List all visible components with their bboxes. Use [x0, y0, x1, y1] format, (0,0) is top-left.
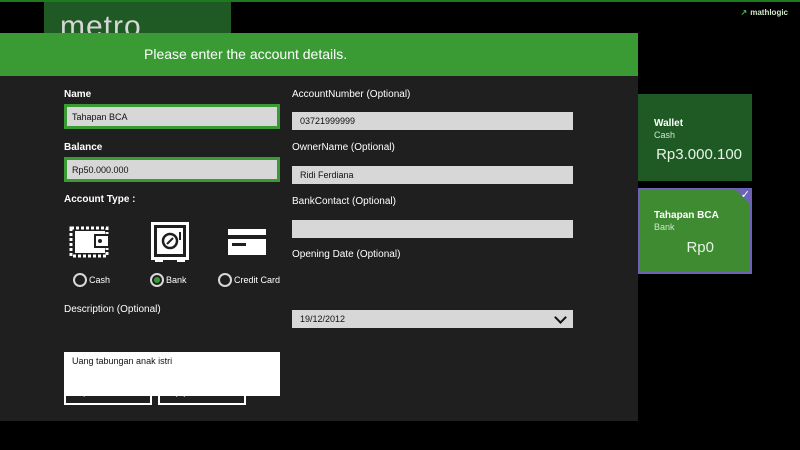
credit-radio[interactable] — [218, 273, 232, 287]
owner-name-label: OwnerName (Optional) — [292, 142, 395, 153]
check-icon — [80, 385, 92, 397]
chevron-down-icon — [554, 311, 567, 324]
submit-button[interactable]: Submit — [64, 377, 152, 405]
cancel-label: Cancel — [189, 384, 230, 398]
app-logo-tile: metro — [44, 2, 231, 34]
bca-title: Tahapan BCA — [654, 210, 719, 221]
wallet-icon — [69, 226, 110, 258]
opening-date-select[interactable]: 19/12/2012 — [292, 310, 573, 328]
account-number-value: 03721999999 — [300, 116, 356, 126]
bank-contact-field[interactable] — [292, 220, 573, 238]
submit-label: Submit — [95, 384, 136, 398]
account-number-label: AccountNumber (Optional) — [292, 89, 411, 100]
brand-name: mathlogic — [750, 8, 788, 17]
description-value: Uang tabungan anak istri — [72, 356, 173, 366]
balance-label: Balance — [64, 142, 103, 153]
cancel-button[interactable]: Cancel — [158, 377, 246, 405]
selected-check-icon: ✓ — [734, 188, 752, 206]
wallet-subtitle: Cash — [654, 130, 676, 140]
wallet-amount: Rp3.000.100 — [656, 146, 742, 163]
name-field[interactable]: Tahapan BCA — [64, 104, 280, 129]
bank-label: Bank — [166, 275, 187, 285]
close-icon — [174, 385, 186, 397]
opening-date-label: Opening Date (Optional) — [292, 249, 401, 260]
account-number-field[interactable]: 03721999999 — [292, 112, 573, 130]
credit-label: Credit Card — [234, 275, 281, 285]
app-logo-text: metro — [60, 10, 142, 34]
account-type-cash[interactable]: Cash — [73, 273, 110, 287]
owner-name-value: Ridi Ferdiana — [300, 170, 354, 180]
cash-label: Cash — [89, 275, 111, 285]
bca-subtitle: Bank — [654, 222, 675, 232]
opening-date-value: 19/12/2012 — [300, 314, 346, 324]
app-window: metro ↗ mathlogic Wallet Cash Rp3.000.100… — [0, 0, 800, 450]
account-type-credit-card[interactable]: Credit Card — [218, 273, 280, 287]
bca-amount: Rp0 — [686, 239, 714, 256]
balance-field[interactable]: Rp50.000.000 — [64, 157, 280, 182]
brand-icon: ↗ — [740, 8, 748, 17]
cash-radio[interactable] — [73, 273, 87, 287]
account-dialog: Please enter the account details. Name T… — [0, 33, 638, 421]
brand-label: ↗ mathlogic — [741, 8, 788, 17]
account-type-label: Account Type : — [64, 194, 136, 205]
dialog-header: Please enter the account details. — [0, 33, 638, 76]
bank-contact-label: BankContact (Optional) — [292, 196, 396, 207]
wallet-account-tile[interactable]: Wallet Cash Rp3.000.100 — [638, 94, 752, 181]
account-type-bank[interactable]: Bank — [150, 273, 187, 287]
safe-icon — [151, 222, 189, 262]
bca-account-tile[interactable]: ✓ Tahapan BCA Bank Rp0 — [638, 188, 752, 274]
name-label: Name — [64, 89, 92, 100]
description-label: Description (Optional) — [64, 304, 161, 315]
credit-card-icon — [228, 229, 266, 255]
bank-radio[interactable] — [150, 273, 164, 287]
name-value: Tahapan BCA — [72, 111, 128, 122]
owner-name-field[interactable]: Ridi Ferdiana — [292, 166, 573, 184]
balance-value: Rp50.000.000 — [72, 164, 129, 175]
wallet-title: Wallet — [654, 118, 684, 129]
dialog-title: Please enter the account details. — [144, 46, 348, 62]
